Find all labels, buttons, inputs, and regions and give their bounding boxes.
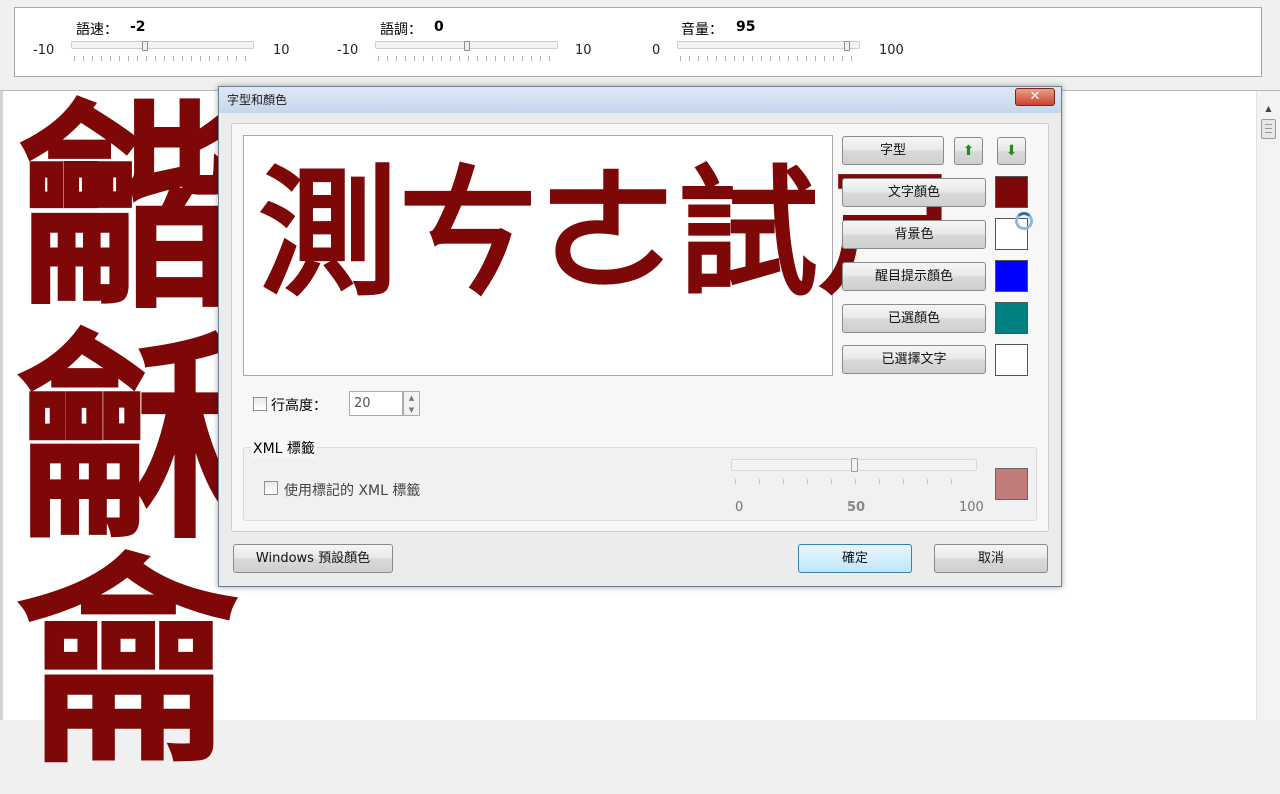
line-height-spinner[interactable]: ▲ ▼ — [403, 391, 420, 416]
move-up-button[interactable]: ⬆ — [954, 137, 983, 165]
xml-color-swatch[interactable] — [995, 468, 1028, 500]
speed-slider-group: 語速： -2 -10 10 — [33, 8, 293, 78]
arrow-up-icon: ⬆ — [962, 142, 975, 159]
pitch-slider[interactable] — [375, 41, 558, 51]
xml-tags-checkbox[interactable] — [264, 481, 278, 495]
xml-tags-label: 使用標記的 XML 標籤 — [284, 483, 421, 499]
pitch-label: 語調： — [380, 22, 422, 38]
speed-slider[interactable] — [71, 41, 254, 51]
pitch-min-label: -10 — [337, 43, 359, 58]
busy-cursor-icon — [1015, 212, 1033, 230]
speed-value: -2 — [130, 19, 146, 35]
move-down-button[interactable]: ⬇ — [997, 137, 1026, 165]
xml-opacity-max: 100 — [959, 500, 984, 515]
speed-max-label: 10 — [273, 43, 290, 58]
document-glyph: 龠 — [17, 534, 239, 794]
pitch-max-label: 10 — [575, 43, 592, 58]
document-glyph: 龢 — [17, 310, 239, 570]
xml-group-label: XML 標籤 — [251, 438, 317, 458]
text-color-button[interactable]: 文字顏色 — [842, 178, 986, 207]
pitch-slider-ticks — [378, 56, 556, 61]
line-height-checkbox[interactable] — [253, 397, 267, 411]
line-height-input[interactable]: 20 — [349, 391, 403, 416]
selected-color-swatch[interactable] — [995, 302, 1028, 334]
volume-max-label: 100 — [879, 43, 904, 58]
speed-slider-thumb[interactable] — [142, 41, 148, 51]
close-button[interactable]: ✕ — [1015, 88, 1055, 106]
ok-button[interactable]: 確定 — [798, 544, 912, 573]
spin-down-icon[interactable]: ▼ — [404, 404, 419, 416]
line-height-label: 行高度： — [271, 398, 327, 414]
vertical-scrollbar[interactable]: ▲ — [1256, 91, 1280, 721]
xml-opacity-slider-thumb[interactable] — [850, 458, 858, 472]
highlight-color-swatch[interactable] — [995, 260, 1028, 292]
volume-slider-thumb[interactable] — [844, 41, 851, 51]
volume-slider[interactable] — [677, 41, 860, 51]
font-color-dialog: 字型和顏色 ✕ 測ㄘㄜ試ㄕ 字型 ⬆ ⬇ 文字顏色 背景色 醒目提示顏色 已選顏… — [218, 86, 1062, 587]
pitch-slider-thumb[interactable] — [463, 41, 470, 51]
dialog-title: 字型和顏色 — [227, 93, 288, 107]
speed-min-label: -10 — [33, 43, 55, 58]
volume-min-label: 0 — [652, 43, 661, 58]
cancel-button[interactable]: 取消 — [934, 544, 1048, 573]
selected-text-swatch[interactable] — [995, 344, 1028, 376]
volume-label: 音量： — [681, 22, 723, 38]
text-color-swatch[interactable] — [995, 176, 1028, 208]
xml-opacity-ticks — [735, 479, 973, 484]
xml-opacity-mid: 50 — [847, 500, 866, 515]
volume-value: 95 — [736, 19, 756, 35]
volume-slider-ticks — [680, 56, 858, 61]
font-button[interactable]: 字型 — [842, 136, 944, 165]
pitch-value: 0 — [434, 19, 444, 35]
highlight-color-button[interactable]: 醒目提示顏色 — [842, 262, 986, 291]
pitch-slider-group: 語調： 0 -10 10 — [337, 8, 597, 78]
background-color-button[interactable]: 背景色 — [842, 220, 986, 249]
arrow-down-icon: ⬇ — [1005, 142, 1018, 159]
xml-opacity-min: 0 — [735, 500, 744, 515]
preview-box: 測ㄘㄜ試ㄕ — [243, 135, 958, 376]
selected-color-button[interactable]: 已選顏色 — [842, 304, 986, 333]
volume-slider-group: 音量： 95 0 100 — [652, 8, 922, 78]
xml-opacity-slider[interactable] — [731, 458, 977, 472]
selected-text-button[interactable]: 已選擇文字 — [842, 345, 986, 374]
spin-up-icon[interactable]: ▲ — [404, 392, 419, 404]
scroll-up-icon[interactable]: ▲ — [1261, 101, 1276, 116]
windows-default-colors-button[interactable]: Windows 預設顏色 — [233, 544, 393, 573]
speech-settings-panel: 語速： -2 -10 10 語調： 0 -10 10 音量： 95 0 100 — [14, 7, 1262, 77]
speed-label: 語速： — [76, 22, 118, 38]
speed-slider-ticks — [74, 56, 252, 61]
document-glyph: 龤 — [17, 80, 239, 340]
scrollbar-thumb[interactable] — [1261, 119, 1276, 139]
close-icon: ✕ — [1029, 89, 1041, 104]
dialog-title-bar[interactable]: 字型和顏色 ✕ — [219, 87, 1061, 113]
